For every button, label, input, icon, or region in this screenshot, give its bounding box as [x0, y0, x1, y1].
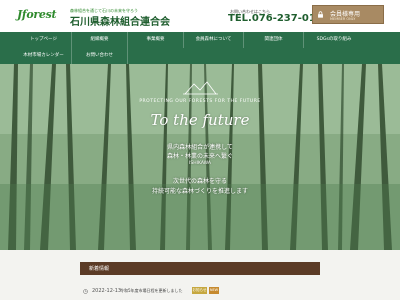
logo-text: Jforest: [17, 8, 57, 21]
hero-line-1: 県内森林組合が連携して: [167, 144, 233, 151]
hero-line-2: 森林・林業の未来へ繋ぐ: [166, 153, 233, 160]
news-section: 新着情報 2022-12-13 令和5年度市場日程を更新しました お知らせ NE…: [0, 250, 400, 300]
hero-subtitle-en: PROTECTING OUR FORESTS FOR THE FUTURE: [139, 99, 261, 104]
nav-item-contact[interactable]: お問い合わせ: [72, 48, 128, 64]
member-sub-label: MEMBER ONLY: [330, 17, 356, 21]
news-date: 2022-12-13: [92, 288, 122, 294]
news-item[interactable]: 2022-12-13 令和5年度市場日程を更新しました お知らせ NEW: [80, 287, 320, 297]
nav-item-calendar[interactable]: 木材市場カレンダー: [16, 48, 72, 64]
site-header: Jforest 森林組合を通じて石川の未来を守ろう 石川県森林組合連合会 お問い…: [0, 0, 400, 32]
nav-item-top[interactable]: トップページ: [16, 32, 72, 48]
main-nav: トップページ 組織概要 事業概要 会員森林について 関連団体 SDGsの取り組み…: [0, 32, 400, 64]
nav-item-members[interactable]: 会員森林について: [184, 32, 244, 48]
hero-line-5: 持続可能な森林づくりを推進します: [151, 188, 248, 195]
news-new-badge: NEW: [209, 287, 219, 294]
news-text[interactable]: 令和5年度市場日程を更新しました: [120, 288, 183, 294]
nav-item-sdgs[interactable]: SDGsの取り組み: [304, 32, 364, 48]
jforest-logo[interactable]: Jforest: [17, 6, 67, 24]
hero-banner: PROTECTING OUR FORESTS FOR THE FUTURE To…: [0, 64, 400, 250]
org-name[interactable]: 石川県森林組合連合会: [70, 13, 170, 28]
member-login-button[interactable]: 会員様専用 MEMBER ONLY: [312, 5, 384, 24]
lock-icon: [318, 11, 323, 18]
nav-item-business[interactable]: 事業概要: [128, 32, 184, 48]
nav-item-related[interactable]: 関連団体: [244, 32, 304, 48]
clock-icon: [83, 289, 88, 294]
news-category-badge: お知らせ: [192, 287, 207, 294]
hero-line-4: 次世代の森林を守る: [172, 178, 227, 185]
hero-line-3: ISHIKAWA: [189, 161, 211, 166]
nav-item-organization[interactable]: 組織概要: [72, 32, 128, 48]
news-header: 新着情報: [80, 262, 320, 275]
hero-title: To the future: [150, 111, 250, 129]
news-title: 新着情報: [89, 266, 110, 272]
